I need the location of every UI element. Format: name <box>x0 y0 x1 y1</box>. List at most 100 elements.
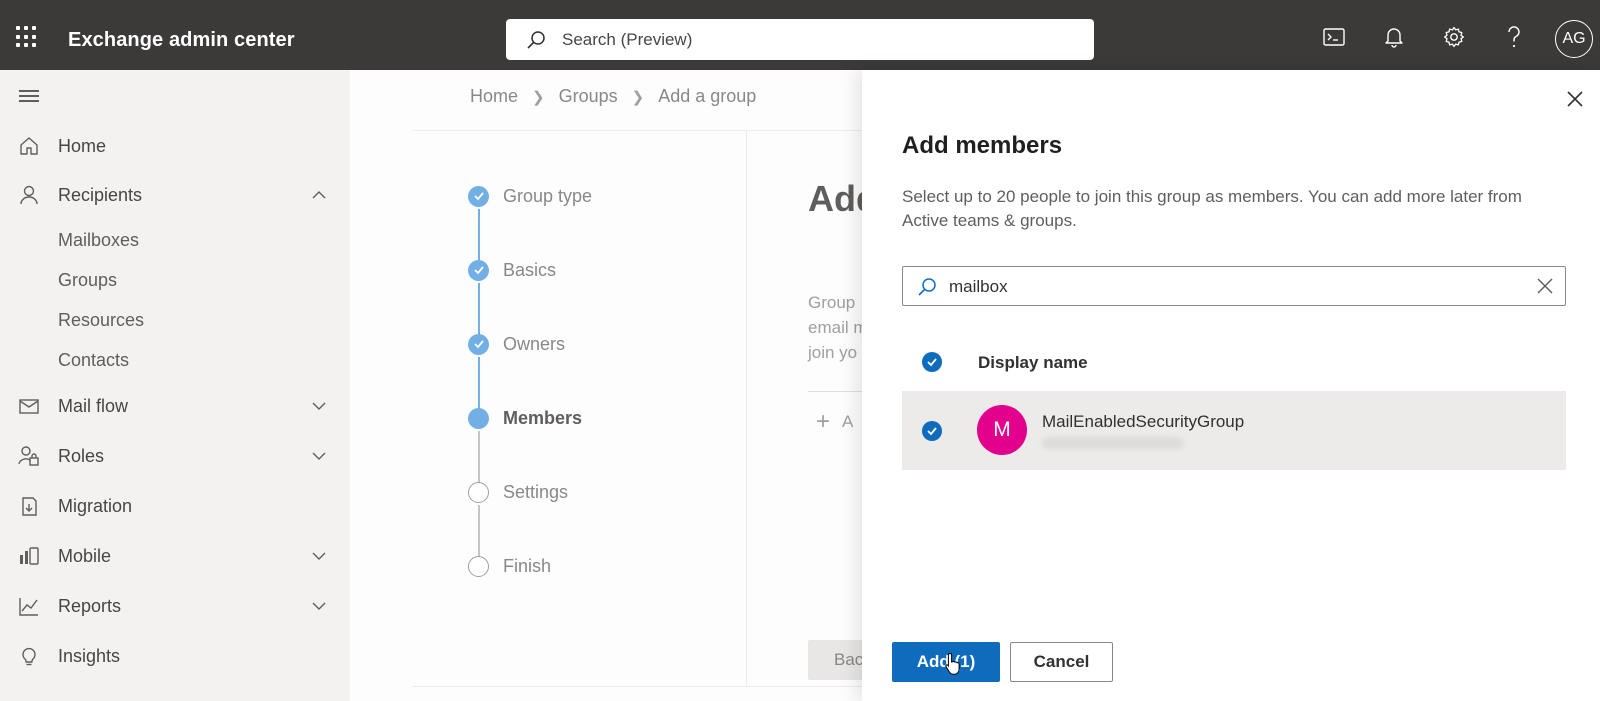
member-row[interactable]: M MailEnabledSecurityGroup <box>902 391 1566 470</box>
mail-icon <box>19 399 39 414</box>
checkmark-icon <box>468 185 489 207</box>
migration-icon <box>22 497 37 516</box>
home-icon <box>20 137 38 155</box>
breadcrumb-home[interactable]: Home <box>470 86 518 107</box>
chevron-right-icon: ❯ <box>631 88 645 106</box>
desc-line: Group <box>808 293 856 312</box>
nav-item-label: Roles <box>58 445 105 466</box>
nav-item-reports[interactable]: Reports <box>0 586 350 626</box>
nav-item-label: Home <box>58 135 107 156</box>
breadcrumb: Home ❯ Groups ❯ Add a group <box>470 86 756 107</box>
wizard-step-members: Members <box>468 406 582 430</box>
bell-icon[interactable] <box>1380 23 1408 51</box>
close-icon[interactable] <box>1566 90 1584 108</box>
desc-line: email m <box>808 318 862 337</box>
current-step-dot <box>468 407 489 429</box>
nav-item-label: Recipients <box>58 184 143 205</box>
app-title[interactable]: Exchange admin center <box>68 29 295 52</box>
member-search-input[interactable]: mailbox <box>902 266 1566 306</box>
nav-item-label: Mobile <box>58 545 112 566</box>
nav-item-recipients[interactable]: Recipients <box>0 175 350 215</box>
chevron-right-icon: ❯ <box>532 88 545 106</box>
nav-sub-label: Groups <box>58 269 118 290</box>
nav-item-insights[interactable]: Insights <box>0 636 350 676</box>
member-display-name: MailEnabledSecurityGroup <box>1042 412 1245 431</box>
row-checkbox[interactable] <box>922 421 942 441</box>
step-label: Members <box>503 407 583 428</box>
search-box[interactable]: Search (Preview) <box>506 19 1094 60</box>
step-connector <box>478 431 480 485</box>
breadcrumb-groups[interactable]: Groups <box>559 86 618 107</box>
user-avatar[interactable]: AG <box>1555 20 1593 58</box>
pending-step-dot <box>468 555 489 577</box>
step-connector <box>478 357 480 411</box>
step-label: Group type <box>503 185 593 206</box>
chevron-down-icon[interactable] <box>310 447 328 465</box>
top-bar: Exchange admin center Search (Preview) A… <box>0 0 1600 70</box>
step-label: Settings <box>503 481 569 502</box>
nav-sub-label: Mailboxes <box>58 229 140 250</box>
person-icon <box>20 185 38 205</box>
search-placeholder: Search (Preview) <box>562 29 693 49</box>
clear-icon[interactable] <box>1537 278 1553 294</box>
nav-item-migration[interactable]: Migration <box>0 486 350 526</box>
panel-title: Add members <box>902 132 1063 159</box>
hand-cursor-icon <box>945 652 960 675</box>
pending-step-dot <box>468 481 489 503</box>
lightbulb-icon <box>22 647 36 666</box>
column-header-display-name[interactable]: Display name <box>978 353 1088 373</box>
step-connector <box>478 283 480 337</box>
cancel-button[interactable]: Cancel <box>1010 642 1113 682</box>
hamburger-menu-icon[interactable] <box>19 90 39 104</box>
divider <box>412 130 862 131</box>
step-label: Finish <box>503 555 552 576</box>
chevron-down-icon[interactable] <box>310 397 328 415</box>
add-members-link[interactable]: + A <box>816 408 853 436</box>
checkmark-icon <box>468 259 489 281</box>
add-group-wizard: Home ❯ Groups ❯ Add a group Group type B… <box>350 70 862 701</box>
nav-item-label: Migration <box>58 495 133 516</box>
add-link-label: A <box>842 412 854 431</box>
nav-item-label: Reports <box>58 595 122 616</box>
nav-sub-mailboxes[interactable]: Mailboxes <box>0 222 350 258</box>
nav-item-label: Mail flow <box>58 395 129 416</box>
wizard-step-finish: Finish <box>468 554 551 578</box>
left-navigation: Home Recipients Mailboxes Groups Resourc… <box>0 70 350 701</box>
nav-item-mail-flow[interactable]: Mail flow <box>0 386 350 426</box>
redacted-email <box>1042 437 1184 449</box>
app-launcher-icon[interactable] <box>16 26 38 48</box>
back-button[interactable]: Bac <box>808 640 862 680</box>
select-all-checkbox[interactable] <box>922 352 942 372</box>
chevron-up-icon[interactable] <box>310 186 328 204</box>
reports-icon <box>19 598 38 616</box>
plus-icon: + <box>816 408 831 435</box>
nav-item-mobile[interactable]: Mobile <box>0 536 350 576</box>
wizard-step-group-type: Group type <box>468 184 592 208</box>
search-value: mailbox <box>949 277 1008 296</box>
desc-line: join yo <box>808 343 858 362</box>
divider <box>412 686 862 687</box>
panel-description: Select up to 20 people to join this grou… <box>902 187 1522 230</box>
terminal-icon[interactable] <box>1320 23 1348 51</box>
nav-sub-contacts[interactable]: Contacts <box>0 342 350 378</box>
checkmark-icon <box>927 427 937 436</box>
wizard-step-owners: Owners <box>468 332 565 356</box>
wizard-description: Group email m join yo <box>808 290 862 365</box>
chevron-down-icon[interactable] <box>310 597 328 615</box>
divider <box>746 130 747 686</box>
wizard-step-basics: Basics <box>468 258 556 282</box>
nav-sub-resources[interactable]: Resources <box>0 302 350 338</box>
gear-icon[interactable] <box>1440 23 1468 51</box>
add-members-panel: Add members Select up to 20 people to jo… <box>862 70 1600 701</box>
nav-item-roles[interactable]: Roles <box>0 436 350 476</box>
nav-item-home[interactable]: Home <box>0 126 350 166</box>
search-icon <box>918 278 936 296</box>
step-connector <box>478 209 480 263</box>
avatar: M <box>977 405 1027 455</box>
chevron-down-icon[interactable] <box>310 547 328 565</box>
step-connector <box>478 505 480 559</box>
help-icon[interactable] <box>1500 23 1528 51</box>
step-label: Basics <box>503 259 557 280</box>
wizard-heading: Add <box>808 178 862 219</box>
nav-sub-groups[interactable]: Groups <box>0 262 350 298</box>
